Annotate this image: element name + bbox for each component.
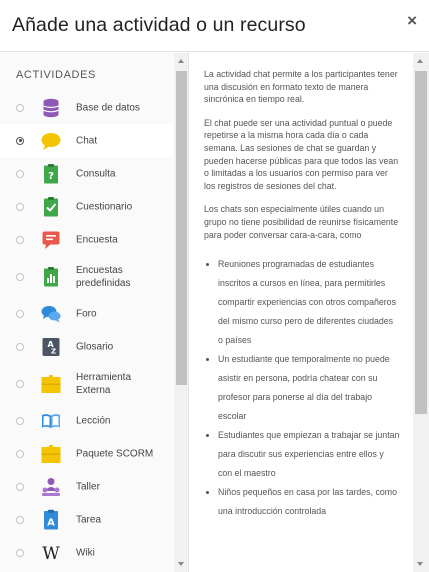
- database-icon: [43, 98, 59, 117]
- radio-button[interactable]: [16, 416, 24, 425]
- dialog-header: Añade una actividad o un recurso ×: [0, 0, 429, 52]
- external-tool-puzzle-icon: [41, 374, 61, 393]
- activity-label: Consulta: [76, 168, 116, 179]
- scrollbar-thumb[interactable]: [415, 71, 427, 414]
- description-paragraph: La actividad chat permite a los particip…: [204, 69, 398, 105]
- description-scrollbar[interactable]: [413, 53, 429, 572]
- svg-text:?: ?: [48, 171, 54, 182]
- activity-item-herramienta-externa[interactable]: Herramienta Externa: [0, 363, 174, 404]
- scroll-up-arrow-icon[interactable]: [178, 59, 184, 63]
- radio-button-selected[interactable]: [16, 136, 24, 145]
- radio-button[interactable]: [16, 379, 24, 388]
- scorm-package-icon: [41, 444, 61, 463]
- svg-text:W: W: [42, 544, 60, 564]
- activity-item-glosario[interactable]: A Z Glosario: [0, 330, 174, 363]
- description-bullet: Reuniones programadas de estudiantes ins…: [218, 255, 400, 350]
- activity-label: Paquete SCORM: [76, 448, 154, 459]
- activity-item-encuesta[interactable]: Encuesta: [0, 223, 174, 256]
- radio-button[interactable]: [16, 235, 24, 244]
- activity-item-encuestas-predefinidas[interactable]: Encuestas predefinidas: [0, 256, 174, 297]
- activity-label: Taller: [76, 481, 100, 492]
- activity-item-tarea[interactable]: A Tarea: [0, 503, 174, 536]
- activity-item-consulta[interactable]: ? Consulta: [0, 157, 174, 190]
- description-bullet-list: Reuniones programadas de estudiantes ins…: [204, 255, 400, 521]
- activity-item-foro[interactable]: Foro: [0, 297, 174, 330]
- activity-item-base-de-datos[interactable]: Base de datos: [0, 91, 174, 124]
- radio-button[interactable]: [16, 515, 24, 524]
- description-bullet: Estudiantes que empiezan a trabajar se j…: [218, 426, 400, 483]
- section-title: ACTIVIDADES: [16, 69, 96, 81]
- svg-text:Z: Z: [51, 347, 56, 355]
- forum-bubbles-icon: [41, 305, 61, 322]
- activity-label: Herramienta Externa: [76, 371, 132, 396]
- activity-item-cuestionario[interactable]: Cuestionario: [0, 190, 174, 223]
- svg-text:A: A: [47, 517, 55, 528]
- radio-button[interactable]: [16, 202, 24, 211]
- radio-button[interactable]: [16, 272, 24, 281]
- close-icon[interactable]: ×: [407, 11, 417, 31]
- activity-item-chat[interactable]: Chat: [0, 124, 174, 157]
- survey-chart-icon: [44, 266, 58, 286]
- dialog-title: Añade una actividad o un recurso: [12, 14, 306, 36]
- radio-button[interactable]: [16, 103, 24, 112]
- lesson-book-icon: [42, 413, 60, 428]
- activity-item-taller[interactable]: Taller: [0, 470, 174, 503]
- description-content: La actividad chat permite a los particip…: [204, 68, 400, 521]
- activity-label: Chat: [76, 135, 98, 146]
- radio-button[interactable]: [16, 342, 24, 351]
- description-bullet: Niños pequeños en casa por las tardes, c…: [218, 483, 400, 521]
- activity-description-panel: La actividad chat permite a los particip…: [190, 53, 429, 572]
- activity-list: Base de datos Chat ? Consulta Cuestionar…: [0, 91, 174, 569]
- activity-list-panel: ACTIVIDADES Base de datos Chat ? Consult…: [0, 53, 189, 572]
- activity-label: Base de datos: [76, 102, 140, 113]
- feedback-icon: [42, 231, 60, 249]
- chat-bubble-icon: [41, 132, 61, 150]
- quiz-check-icon: [44, 196, 58, 216]
- activity-label: Encuestas predefinidas: [76, 264, 131, 289]
- choice-question-icon: ?: [44, 163, 58, 183]
- activity-label: Glosario: [76, 341, 114, 352]
- scroll-up-arrow-icon[interactable]: [417, 59, 423, 63]
- activity-item-wiki[interactable]: W Wiki: [0, 536, 174, 569]
- activity-label: Foro: [76, 308, 97, 319]
- scroll-down-arrow-icon[interactable]: [178, 562, 184, 566]
- scrollbar-thumb[interactable]: [176, 71, 187, 385]
- activity-label: Encuesta: [76, 234, 118, 245]
- radio-button[interactable]: [16, 309, 24, 318]
- radio-button[interactable]: [16, 449, 24, 458]
- activity-list-scrollbar[interactable]: [174, 53, 188, 572]
- workshop-people-icon: [42, 477, 60, 496]
- activity-item-paquete-scorm[interactable]: Paquete SCORM: [0, 437, 174, 470]
- activity-label: Wiki: [76, 547, 95, 558]
- wiki-w-icon: W: [42, 544, 60, 564]
- description-bullet: Un estudiante que temporalmente no puede…: [218, 350, 400, 426]
- description-paragraph: El chat puede ser una actividad puntual …: [204, 117, 399, 191]
- activity-item-leccion[interactable]: Lección: [0, 404, 174, 437]
- assignment-icon: A: [44, 509, 58, 529]
- activity-label: Lección: [76, 415, 111, 426]
- activity-label: Tarea: [76, 514, 102, 525]
- glossary-az-icon: A Z: [42, 337, 60, 356]
- radio-button[interactable]: [16, 169, 24, 178]
- description-paragraph: Los chats son especialmente útiles cuand…: [204, 204, 399, 240]
- activity-label: Cuestionario: [76, 201, 133, 212]
- radio-button[interactable]: [16, 482, 24, 491]
- scroll-down-arrow-icon[interactable]: [417, 562, 423, 566]
- radio-button[interactable]: [16, 548, 24, 557]
